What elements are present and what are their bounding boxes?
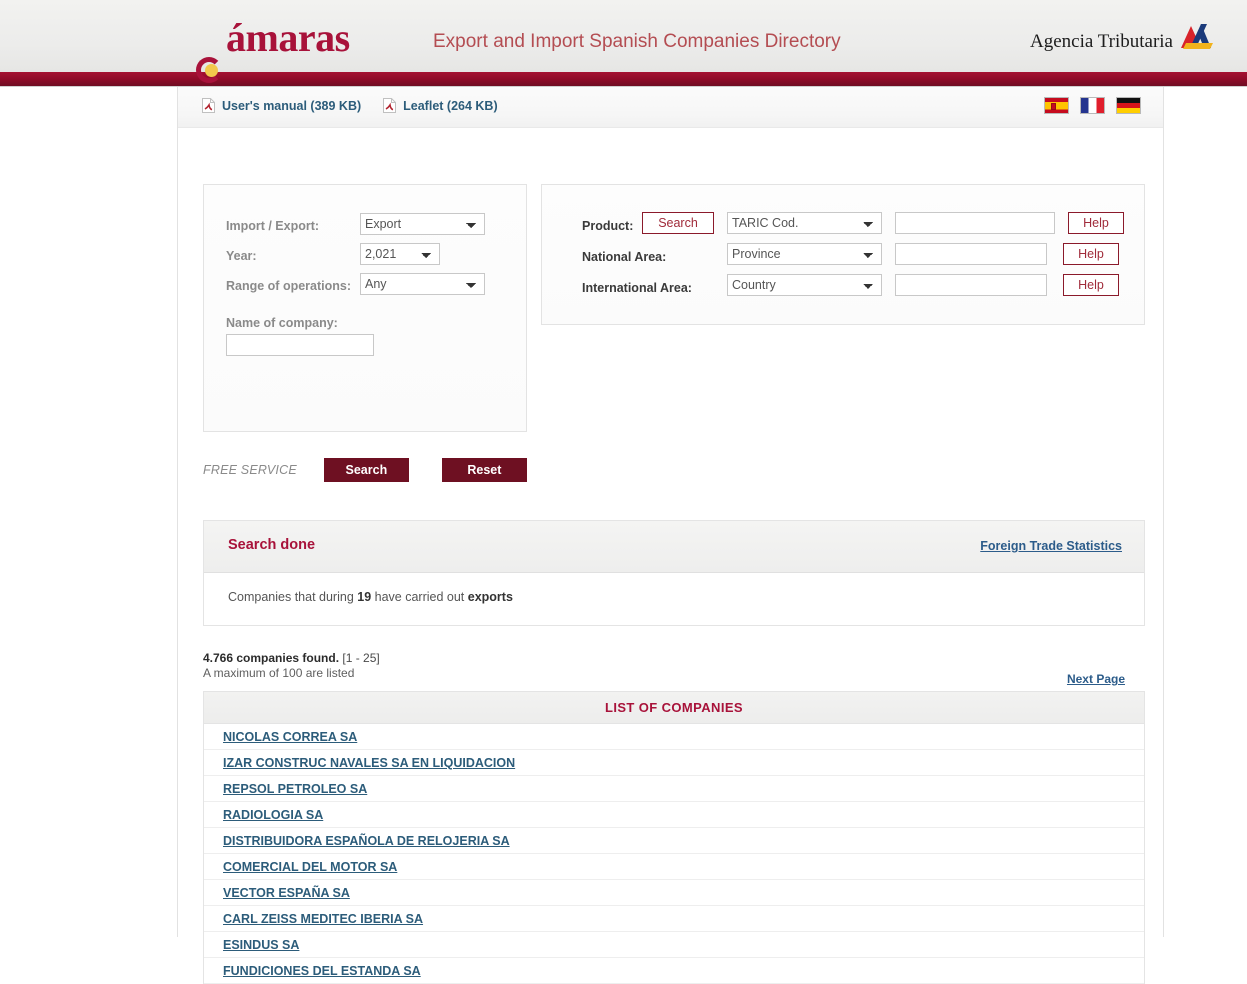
agencia-tributaria-arrow-icon xyxy=(1177,22,1215,52)
national-area-select[interactable]: Province xyxy=(727,243,882,265)
product-type-select[interactable]: TARIC Cod. xyxy=(727,212,882,234)
language-flags xyxy=(1044,97,1141,114)
summary-year: 19 xyxy=(357,590,372,604)
pdf-icon xyxy=(383,98,397,113)
name-of-company-row: Name of company: xyxy=(226,310,526,356)
flag-german-icon[interactable] xyxy=(1116,97,1141,114)
list-item[interactable]: CARL ZEISS MEDITEC IBERIA SA xyxy=(204,906,1144,932)
summary-middle: have carried out xyxy=(371,590,468,604)
free-service-label: FREE SERVICE xyxy=(203,463,297,477)
product-row: Product: Search TARIC Cod. Help xyxy=(582,212,1144,235)
page-content-column: User's manual (389 KB) Leaflet (264 KB) xyxy=(177,87,1164,984)
product-help-button[interactable]: Help xyxy=(1068,212,1124,234)
company-link[interactable]: COMERCIAL DEL MOTOR SA xyxy=(223,860,397,874)
company-link[interactable]: CARL ZEISS MEDITEC IBERIA SA xyxy=(223,912,423,926)
company-link[interactable]: ESINDUS SA xyxy=(223,938,299,952)
list-item[interactable]: FUNDICIONES DEL ESTANDA SA xyxy=(204,958,1144,984)
list-item[interactable]: ESINDUS SA xyxy=(204,932,1144,958)
import-export-label: Import / Export: xyxy=(226,219,320,233)
companies-found-count: 4.766 companies found. xyxy=(203,651,340,665)
product-code-input[interactable] xyxy=(895,212,1055,234)
company-link[interactable]: VECTOR ESPAÑA SA xyxy=(223,886,350,900)
users-manual-label: User's manual (389 KB) xyxy=(222,98,362,113)
company-link[interactable]: RADIOLOGIA SA xyxy=(223,808,323,822)
international-area-label: International Area: xyxy=(582,281,692,295)
list-item[interactable]: RADIOLOGIA SA xyxy=(204,802,1144,828)
search-form-area: Import / Export: Export Year: 2,021 Rang… xyxy=(178,128,1163,984)
international-area-input[interactable] xyxy=(895,274,1047,296)
import-export-select[interactable]: Export xyxy=(360,213,485,235)
header-accent-band xyxy=(0,72,1247,87)
pdf-icon xyxy=(202,98,215,113)
reset-button[interactable]: Reset xyxy=(441,458,527,482)
range-of-operations-select[interactable]: Any xyxy=(360,273,485,295)
agency-name: Agencia Tributaria xyxy=(1029,31,1173,52)
summary-prefix: Companies that during xyxy=(228,590,358,604)
company-link[interactable]: REPSOL PETROLEO SA xyxy=(223,782,367,796)
search-result-summary: Companies that during 19 have carried ou… xyxy=(228,590,513,604)
flag-french-icon[interactable] xyxy=(1080,97,1105,114)
company-link[interactable]: DISTRIBUIDORA ESPAÑOLA DE RELOJERIA SA xyxy=(223,834,510,848)
year-select[interactable]: 2,021 xyxy=(360,243,440,265)
national-area-help-button[interactable]: Help xyxy=(1063,243,1119,265)
company-link[interactable]: IZAR CONSTRUC NAVALES SA EN LIQUIDACION xyxy=(223,756,515,770)
search-result-header: Search done Foreign Trade Statistics xyxy=(204,521,1144,573)
form-actions: FREE SERVICE Search Reset xyxy=(203,458,527,482)
page-title: Export and Import Spanish Companies Dire… xyxy=(433,31,841,52)
search-result-panel: Search done Foreign Trade Statistics Com… xyxy=(203,520,1145,626)
name-of-company-label: Name of company: xyxy=(226,316,338,330)
camaras-logo[interactable]: ámaras xyxy=(196,15,350,83)
list-item[interactable]: NICOLAS CORREA SA xyxy=(204,724,1144,750)
search-done-title: Search done xyxy=(228,537,316,553)
flag-spanish-icon[interactable] xyxy=(1044,97,1069,114)
result-count-block: 4.766 companies found. [1 - 25] A maximu… xyxy=(203,651,380,681)
list-item[interactable]: REPSOL PETROLEO SA xyxy=(204,776,1144,802)
range-of-operations-row: Range of operations: Any xyxy=(226,273,526,295)
product-search-button[interactable]: Search xyxy=(642,212,714,234)
range-of-operations-label: Range of operations: xyxy=(226,279,352,293)
list-item[interactable]: DISTRIBUIDORA ESPAÑOLA DE RELOJERIA SA xyxy=(204,828,1144,854)
year-row: Year: 2,021 xyxy=(226,243,526,265)
product-label: Product: xyxy=(582,219,634,233)
company-link[interactable]: NICOLAS CORREA SA xyxy=(223,730,357,744)
companies-found-range: [1 - 25] xyxy=(339,651,380,665)
pdf-download-links: User's manual (389 KB) Leaflet (264 KB) xyxy=(202,98,498,113)
list-meta: 4.766 companies found. [1 - 25] A maximu… xyxy=(203,651,1145,695)
list-item[interactable]: COMERCIAL DEL MOTOR SA xyxy=(204,854,1144,880)
users-manual-link[interactable]: User's manual (389 KB) xyxy=(202,98,361,113)
international-area-select[interactable]: Country xyxy=(727,274,882,296)
site-header: ámaras Export and Import Spanish Compani… xyxy=(0,0,1247,83)
list-item[interactable]: IZAR CONSTRUC NAVALES SA EN LIQUIDACION xyxy=(204,750,1144,776)
international-area-row: International Area: Country Help xyxy=(582,274,1144,297)
search-button[interactable]: Search xyxy=(323,458,409,482)
international-area-help-button[interactable]: Help xyxy=(1063,274,1119,296)
national-area-label: National Area: xyxy=(582,250,667,264)
camaras-logo-text: ámaras xyxy=(226,15,350,60)
import-export-row: Import / Export: Export xyxy=(226,213,526,235)
company-link[interactable]: FUNDICIONES DEL ESTANDA SA xyxy=(223,964,421,978)
year-label: Year: xyxy=(226,249,257,263)
company-list-title: LIST OF COMPANIES xyxy=(204,692,1144,724)
national-area-row: National Area: Province Help xyxy=(582,243,1144,266)
next-page-link[interactable]: Next Page xyxy=(1067,672,1125,686)
result-max-line: A maximum of 100 are listed xyxy=(203,666,355,680)
name-of-company-input[interactable] xyxy=(226,334,374,356)
basic-criteria-panel: Import / Export: Export Year: 2,021 Rang… xyxy=(203,184,527,432)
utility-bar: User's manual (389 KB) Leaflet (264 KB) xyxy=(178,87,1163,128)
company-list-panel: LIST OF COMPANIES NICOLAS CORREA SA IZAR… xyxy=(203,691,1145,984)
leaflet-label: Leaflet (264 KB) xyxy=(403,98,498,113)
result-count-line: 4.766 companies found. [1 - 25] xyxy=(203,651,380,666)
list-item[interactable]: VECTOR ESPAÑA SA xyxy=(204,880,1144,906)
search-result-body: Companies that during 19 have carried ou… xyxy=(204,573,1144,625)
leaflet-link[interactable]: Leaflet (264 KB) xyxy=(383,98,498,113)
summary-operation: exports xyxy=(467,590,513,604)
national-area-input[interactable] xyxy=(895,243,1047,265)
advanced-criteria-panel: Product: Search TARIC Cod. Help National… xyxy=(541,184,1145,325)
foreign-trade-statistics-link[interactable]: Foreign Trade Statistics xyxy=(980,539,1122,553)
